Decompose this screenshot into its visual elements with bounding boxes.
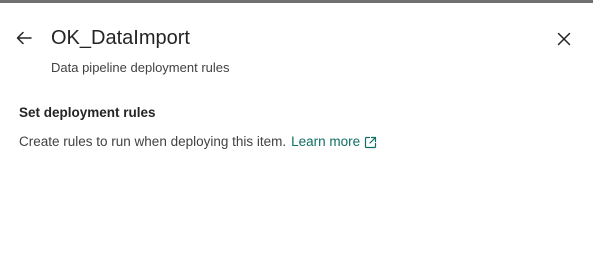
section-description: Create rules to run when deploying this …	[19, 134, 287, 149]
panel-subtitle: Data pipeline deployment rules	[51, 60, 230, 75]
open-external-icon	[364, 136, 377, 149]
learn-more-link[interactable]: Learn more	[291, 133, 377, 151]
close-button[interactable]	[551, 26, 577, 52]
panel-header: OK_DataImport	[0, 22, 593, 54]
arrow-left-icon	[15, 29, 33, 47]
section-description-row: Create rules to run when deploying this …	[19, 133, 377, 151]
section-heading: Set deployment rules	[19, 105, 156, 120]
back-button[interactable]	[12, 26, 36, 50]
learn-more-label: Learn more	[291, 134, 361, 149]
close-icon	[557, 32, 571, 46]
panel-top-border	[0, 0, 593, 3]
panel-title: OK_DataImport	[51, 27, 190, 49]
